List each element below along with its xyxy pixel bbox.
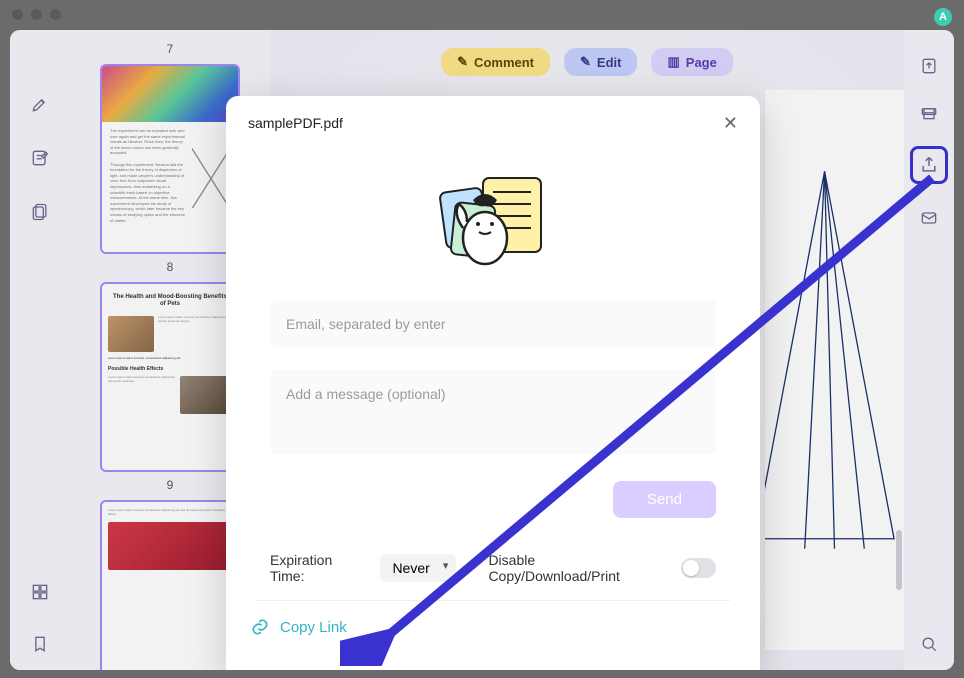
expiration-label: Expiration Time: xyxy=(270,552,366,584)
disable-copy-toggle[interactable] xyxy=(681,558,716,578)
copy-link-label: Copy Link xyxy=(280,619,347,636)
share-illustration xyxy=(226,140,760,300)
email-field[interactable] xyxy=(270,300,716,348)
copy-link-button[interactable]: Copy Link xyxy=(226,601,760,653)
avatar[interactable]: A xyxy=(934,8,952,26)
message-field[interactable] xyxy=(270,370,716,454)
traffic-zoom-icon[interactable] xyxy=(50,9,61,20)
disable-copy-label: Disable Copy/Download/Print xyxy=(488,552,663,584)
app-frame: 7 The experiment can be repeated over an… xyxy=(10,30,954,670)
modal-filename: samplePDF.pdf xyxy=(248,115,343,131)
share-modal: samplePDF.pdf ✕ Send xyxy=(226,96,760,670)
close-icon[interactable]: ✕ xyxy=(723,114,738,132)
traffic-close-icon[interactable] xyxy=(12,9,23,20)
send-button[interactable]: Send xyxy=(613,481,716,518)
expiration-select[interactable]: Never xyxy=(380,554,456,582)
link-icon xyxy=(250,617,270,637)
traffic-minimize-icon[interactable] xyxy=(31,9,42,20)
traffic-lights[interactable] xyxy=(12,9,61,20)
window-titlebar xyxy=(0,0,964,28)
